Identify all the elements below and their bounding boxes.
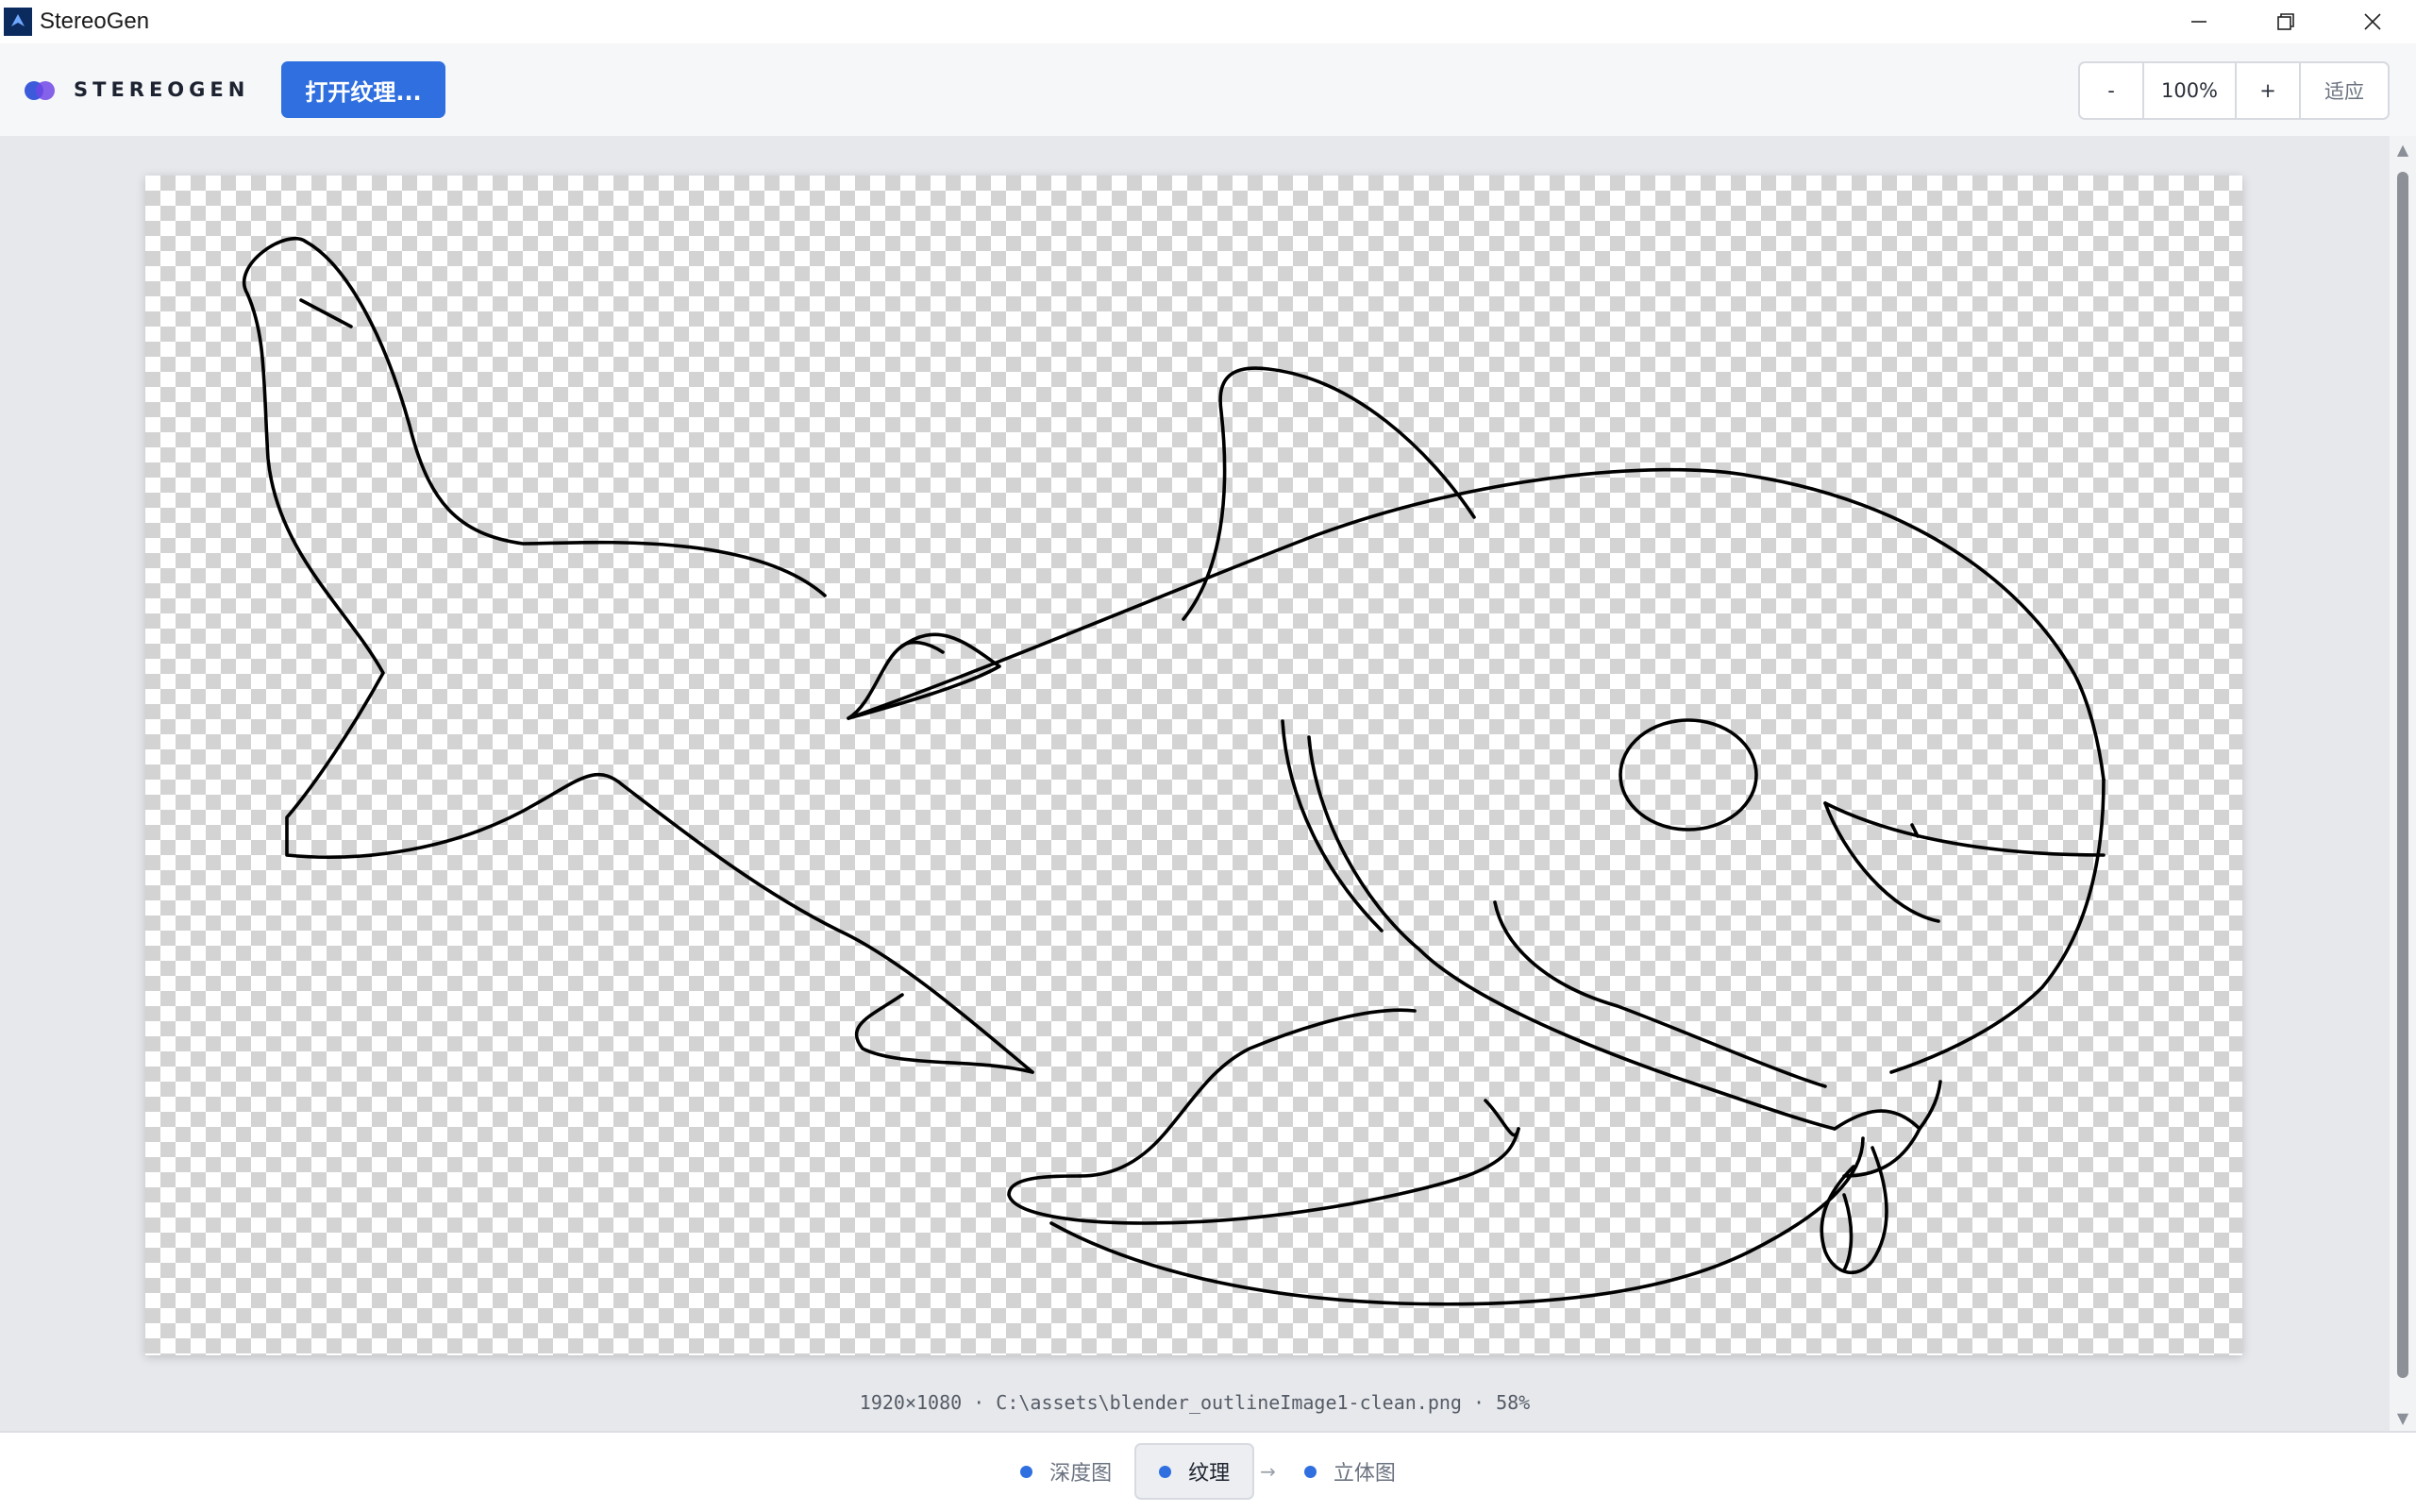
close-button[interactable] — [2329, 0, 2416, 43]
toolbar: STEREOGEN 打开纹理... - 100% + 适应 — [0, 43, 2416, 138]
vertical-scrollbar[interactable]: ▲ ▼ — [2390, 136, 2416, 1431]
texture-canvas[interactable] — [145, 176, 2242, 1355]
arrow-right-icon: → — [1260, 1460, 1276, 1483]
restore-button[interactable] — [2242, 0, 2329, 43]
zoom-controls: - 100% + 适应 — [2078, 61, 2390, 120]
close-icon — [2364, 13, 2381, 30]
minimize-button[interactable] — [2156, 0, 2242, 43]
scroll-down-icon[interactable]: ▼ — [2390, 1404, 2416, 1431]
zoom-out-button[interactable]: - — [2080, 63, 2144, 118]
scrollbar-thumb[interactable] — [2397, 172, 2408, 1378]
window-title: StereoGen — [40, 8, 150, 34]
tab-label: 立体图 — [1333, 1462, 1396, 1486]
open-texture-button[interactable]: 打开纹理... — [281, 61, 445, 118]
tab-texture[interactable]: 纹理 — [1134, 1443, 1255, 1500]
zoom-level: 100% — [2144, 63, 2237, 118]
zoom-in-button[interactable]: + — [2237, 63, 2301, 118]
brand-logo-icon — [25, 79, 59, 100]
title-bar: StereoGen — [0, 0, 2416, 43]
tab-stereogram[interactable]: 立体图 — [1282, 1445, 1418, 1498]
step-dot-icon — [1303, 1465, 1317, 1478]
tab-label: 纹理 — [1188, 1462, 1231, 1486]
brand: STEREOGEN — [25, 78, 249, 101]
fit-button[interactable]: 适应 — [2301, 63, 2388, 118]
texture-image — [243, 236, 2106, 1306]
tab-label: 深度图 — [1049, 1462, 1113, 1486]
step-tabs: 深度图 纹理 → 立体图 — [0, 1443, 2416, 1500]
restore-icon — [2277, 13, 2294, 30]
tab-depth-map[interactable]: 深度图 — [998, 1445, 1134, 1498]
file-info: 1920×1080 · C:\assets\blender_outlineIma… — [859, 1391, 1531, 1414]
step-dot-icon — [1159, 1465, 1172, 1478]
app-icon — [4, 8, 32, 36]
scroll-up-icon[interactable]: ▲ — [2390, 136, 2416, 162]
bottom-bar: 深度图 纹理 → 立体图 — [0, 1431, 2416, 1512]
workspace: 1920×1080 · C:\assets\blender_outlineIma… — [0, 136, 2390, 1431]
step-dot-icon — [1020, 1465, 1033, 1478]
minimize-icon — [2191, 21, 2206, 23]
brand-name: STEREOGEN — [74, 78, 250, 101]
window-controls — [2156, 0, 2416, 43]
